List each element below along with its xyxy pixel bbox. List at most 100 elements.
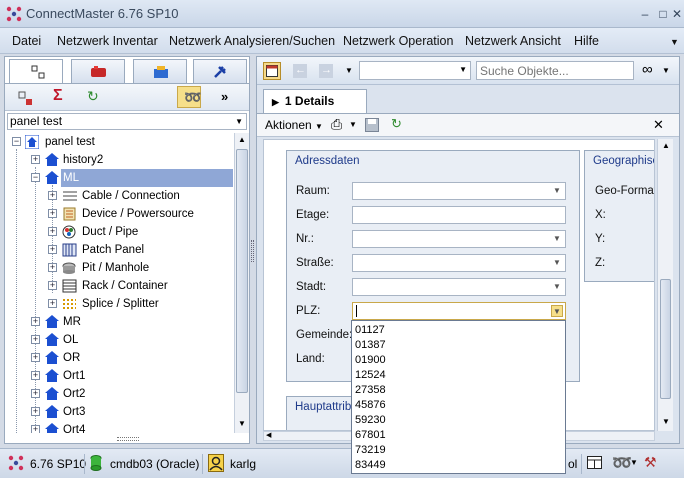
- expand-icon[interactable]: +: [48, 281, 57, 290]
- expand-icon[interactable]: +: [31, 425, 40, 433]
- plz-option[interactable]: 01387: [355, 338, 386, 353]
- plz-option[interactable]: 83449: [355, 458, 386, 473]
- plz-option[interactable]: 59230: [355, 413, 386, 428]
- close-tab-icon[interactable]: ✕: [653, 117, 664, 133]
- plz-option[interactable]: 01900: [355, 353, 386, 368]
- actions-menu[interactable]: Aktionen ▼: [265, 118, 323, 132]
- lightning-toggle[interactable]: ➿: [177, 86, 201, 108]
- chevron-down-icon[interactable]: ▼: [551, 305, 563, 317]
- expand-icon[interactable]: +: [48, 245, 57, 254]
- expand-icon[interactable]: +: [31, 407, 40, 416]
- print-options-icon[interactable]: ▼: [349, 120, 357, 129]
- plz-option[interactable]: 45876: [355, 398, 386, 413]
- print-icon[interactable]: ⎙: [331, 116, 342, 133]
- plz-option[interactable]: 12524: [355, 368, 386, 383]
- resize-grip[interactable]: [117, 437, 139, 441]
- expand-panel-icon[interactable]: »: [221, 89, 228, 104]
- tab-details[interactable]: ▶ 1 Details: [263, 89, 367, 113]
- expand-icon[interactable]: +: [48, 299, 57, 308]
- scroll-up-icon[interactable]: ▲: [662, 141, 670, 150]
- tab-inventory[interactable]: [71, 59, 125, 83]
- menu-netzwerk-operation[interactable]: Netzwerk Operation: [343, 34, 453, 48]
- scroll-down-icon[interactable]: ▼: [662, 417, 670, 426]
- tree-item-device[interactable]: + Device / Powersource: [5, 205, 233, 223]
- tree-item-rack[interactable]: + Rack / Container: [5, 277, 233, 295]
- object-type-select[interactable]: ▼: [359, 61, 471, 80]
- plz-option[interactable]: 67801: [355, 428, 386, 443]
- lightning-icon[interactable]: ➿: [612, 453, 632, 473]
- menu-overflow-icon[interactable]: ▼: [670, 37, 679, 47]
- expand-icon[interactable]: +: [31, 353, 40, 362]
- tree-item-cable[interactable]: + Cable / Connection: [5, 187, 233, 205]
- plz-option[interactable]: 27358: [355, 383, 386, 398]
- plz-option[interactable]: 73219: [355, 443, 386, 458]
- expand-icon[interactable]: +: [31, 155, 40, 164]
- tree-item-splice[interactable]: + Splice / Splitter: [5, 295, 233, 313]
- expand-icon[interactable]: +: [48, 227, 57, 236]
- expand-icon[interactable]: +: [31, 317, 40, 326]
- filter-object-icon[interactable]: [17, 90, 35, 106]
- layout-icon[interactable]: [587, 456, 603, 470]
- collapse-icon[interactable]: −: [31, 173, 40, 182]
- minimize-button[interactable]: –: [636, 6, 654, 22]
- raum-select[interactable]: ▼: [352, 182, 566, 200]
- tree-item-duct[interactable]: + Duct / Pipe: [5, 223, 233, 241]
- expand-icon[interactable]: +: [48, 209, 57, 218]
- menu-netzwerk-ansicht[interactable]: Netzwerk Ansicht: [465, 34, 561, 48]
- collapse-icon[interactable]: −: [12, 137, 21, 146]
- menu-netzwerk-inventar[interactable]: Netzwerk Inventar: [57, 34, 158, 48]
- expand-icon[interactable]: +: [48, 191, 57, 200]
- tree-scrollbar[interactable]: ▲ ▼: [234, 133, 249, 433]
- details-scrollbar-thumb[interactable]: [660, 279, 671, 399]
- menu-datei[interactable]: Datei: [12, 34, 41, 48]
- tab-tools[interactable]: [133, 59, 187, 83]
- expand-icon[interactable]: +: [31, 371, 40, 380]
- expand-icon[interactable]: +: [48, 263, 57, 272]
- lightning-options-icon[interactable]: ▼: [630, 458, 638, 467]
- search-input[interactable]: [476, 61, 634, 80]
- refresh-icon[interactable]: ↻: [87, 88, 99, 105]
- tree-item-ml[interactable]: − ML: [5, 169, 233, 187]
- forward-button[interactable]: →: [319, 64, 333, 78]
- details-scrollbar[interactable]: ▲ ▼: [657, 139, 673, 431]
- tree-item-ort3[interactable]: + Ort3: [5, 403, 233, 421]
- tree-item-ort1[interactable]: + Ort1: [5, 367, 233, 385]
- tree-item-history2[interactable]: + history2: [5, 151, 233, 169]
- search-options-icon[interactable]: ▼: [662, 66, 670, 75]
- close-button[interactable]: ✕: [668, 6, 684, 22]
- scroll-left-icon[interactable]: ◀: [266, 431, 271, 439]
- expand-icon[interactable]: +: [31, 389, 40, 398]
- home-view-button[interactable]: [263, 62, 281, 80]
- tree-item-ol[interactable]: + OL: [5, 331, 233, 349]
- nr-select[interactable]: ▼: [352, 230, 566, 248]
- tree-item-patch-panel[interactable]: + Patch Panel: [5, 241, 233, 259]
- tree-filter-select[interactable]: panel test ▼: [7, 113, 247, 130]
- back-button[interactable]: ←: [293, 64, 307, 78]
- tab-tree[interactable]: [9, 59, 63, 85]
- toolbox-icon[interactable]: ⚒: [644, 454, 657, 471]
- tree-scrollbar-thumb[interactable]: [236, 149, 248, 393]
- tree-item-pit[interactable]: + Pit / Manhole: [5, 259, 233, 277]
- tree-item-or[interactable]: + OR: [5, 349, 233, 367]
- tree-root[interactable]: − panel test: [5, 133, 233, 151]
- expand-icon[interactable]: +: [31, 335, 40, 344]
- panel-splitter[interactable]: [251, 240, 254, 262]
- tree-item-mr[interactable]: + MR: [5, 313, 233, 331]
- tree-item-ort2[interactable]: + Ort2: [5, 385, 233, 403]
- sum-icon[interactable]: Σ: [53, 87, 63, 105]
- stadt-select[interactable]: ▼: [352, 278, 566, 296]
- tree-item-ort4[interactable]: + Ort4: [5, 421, 233, 433]
- plz-option[interactable]: 01127: [355, 323, 385, 338]
- history-dropdown-icon[interactable]: ▼: [345, 66, 353, 75]
- tab-connect[interactable]: [193, 59, 247, 83]
- scroll-down-icon[interactable]: ▼: [238, 419, 246, 428]
- menu-hilfe[interactable]: Hilfe: [574, 34, 599, 48]
- etage-input[interactable]: [352, 206, 566, 224]
- save-icon[interactable]: [365, 118, 379, 132]
- menu-netzwerk-analysieren[interactable]: Netzwerk Analysieren/Suchen: [169, 34, 335, 48]
- binoculars-icon[interactable]: ∞: [642, 61, 653, 78]
- plz-select[interactable]: ▼: [352, 302, 566, 320]
- strasse-select[interactable]: ▼: [352, 254, 566, 272]
- refresh-icon[interactable]: ↻: [391, 116, 402, 132]
- scroll-up-icon[interactable]: ▲: [238, 135, 246, 144]
